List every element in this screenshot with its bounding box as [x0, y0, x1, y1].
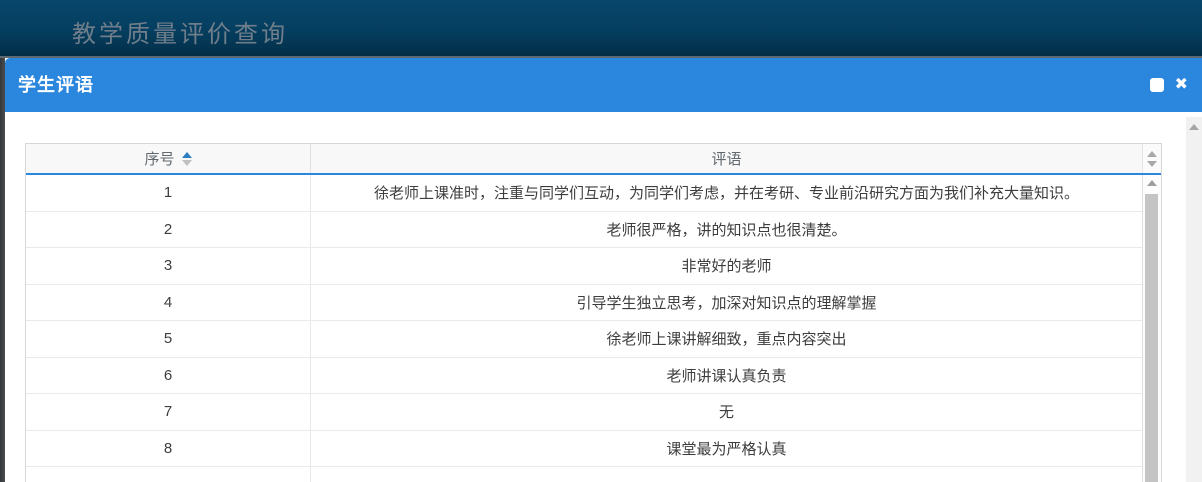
row-comment-cell: 徐老师上课讲解细致，重点内容突出: [311, 321, 1142, 357]
table-row[interactable]: 3非常好的老师: [26, 248, 1142, 285]
scroll-up-icon: [1147, 151, 1157, 157]
dialog-header: 学生评语 ✖: [5, 58, 1202, 112]
column-header-no-label: 序号: [144, 148, 174, 169]
row-comment-cell: 徐老师上课准时，注重与同学们互动，为同学们考虑，并在考研、专业前沿研究方面为我们…: [311, 175, 1142, 211]
row-number-cell: 6: [26, 358, 311, 394]
table-row: [26, 467, 1142, 482]
row-comment-cell: 非常好的老师: [311, 248, 1142, 284]
row-number-cell: [26, 467, 311, 482]
student-comments-dialog: 学生评语 ✖ 序号 评语: [0, 58, 1202, 482]
row-comment-cell: 引导学生独立思考，加深对知识点的理解掌握: [311, 285, 1142, 321]
page-scrollbar[interactable]: [1186, 117, 1202, 482]
table-header-row: 序号 评语: [26, 144, 1161, 175]
row-number-cell: 7: [26, 394, 311, 430]
maximize-icon[interactable]: [1150, 78, 1164, 92]
table-scrollbar[interactable]: [1142, 175, 1161, 482]
table-row[interactable]: 5徐老师上课讲解细致，重点内容突出: [26, 321, 1142, 358]
table-rows: 1徐老师上课准时，注重与同学们互动，为同学们考虑，并在考研、专业前沿研究方面为我…: [26, 175, 1142, 482]
column-header-comment: 评语: [311, 144, 1142, 173]
app-title: 教学质量评价查询: [72, 14, 288, 49]
table-row[interactable]: 8课堂最为严格认真: [26, 431, 1142, 468]
scroll-up-icon[interactable]: [1147, 180, 1157, 186]
table-row[interactable]: 7无: [26, 394, 1142, 431]
row-comment-cell: 老师很严格，讲的知识点也很清楚。: [311, 212, 1142, 248]
top-app-bar: 教学质量评价查询: [0, 0, 1202, 56]
scrollbar-thumb[interactable]: [1145, 194, 1158, 482]
row-number-cell: 1: [26, 175, 311, 211]
close-icon[interactable]: ✖: [1175, 77, 1188, 93]
row-number-cell: 3: [26, 248, 311, 284]
row-number-cell: 5: [26, 321, 311, 357]
row-comment-cell: 课堂最为严格认真: [311, 431, 1142, 467]
row-number-cell: 2: [26, 212, 311, 248]
row-number-cell: 8: [26, 431, 311, 467]
caret-up-icon: [182, 152, 192, 158]
table-row[interactable]: 1徐老师上课准时，注重与同学们互动，为同学们考虑，并在考研、专业前沿研究方面为我…: [26, 175, 1142, 212]
comments-table: 序号 评语 1徐老师上课准时，注重与同学们互动: [25, 143, 1162, 482]
row-comment-cell: [311, 467, 1142, 482]
scroll-up-icon[interactable]: [1189, 124, 1199, 130]
table-row[interactable]: 4引导学生独立思考，加深对知识点的理解掌握: [26, 285, 1142, 322]
sort-icon[interactable]: [182, 152, 192, 166]
column-header-comment-label: 评语: [711, 148, 741, 169]
row-number-cell: 4: [26, 285, 311, 321]
dialog-body: 序号 评语 1徐老师上课准时，注重与同学们互动: [5, 112, 1202, 482]
header-scrollbar-stub: [1142, 144, 1161, 173]
row-comment-cell: 老师讲课认真负责: [311, 358, 1142, 394]
scroll-down-icon: [1147, 161, 1157, 167]
table-row[interactable]: 2老师很严格，讲的知识点也很清楚。: [26, 212, 1142, 249]
column-header-no[interactable]: 序号: [26, 144, 311, 173]
dialog-title: 学生评语: [5, 58, 1202, 112]
table-row[interactable]: 6老师讲课认真负责: [26, 358, 1142, 395]
row-comment-cell: 无: [311, 394, 1142, 430]
caret-down-icon: [182, 160, 192, 166]
